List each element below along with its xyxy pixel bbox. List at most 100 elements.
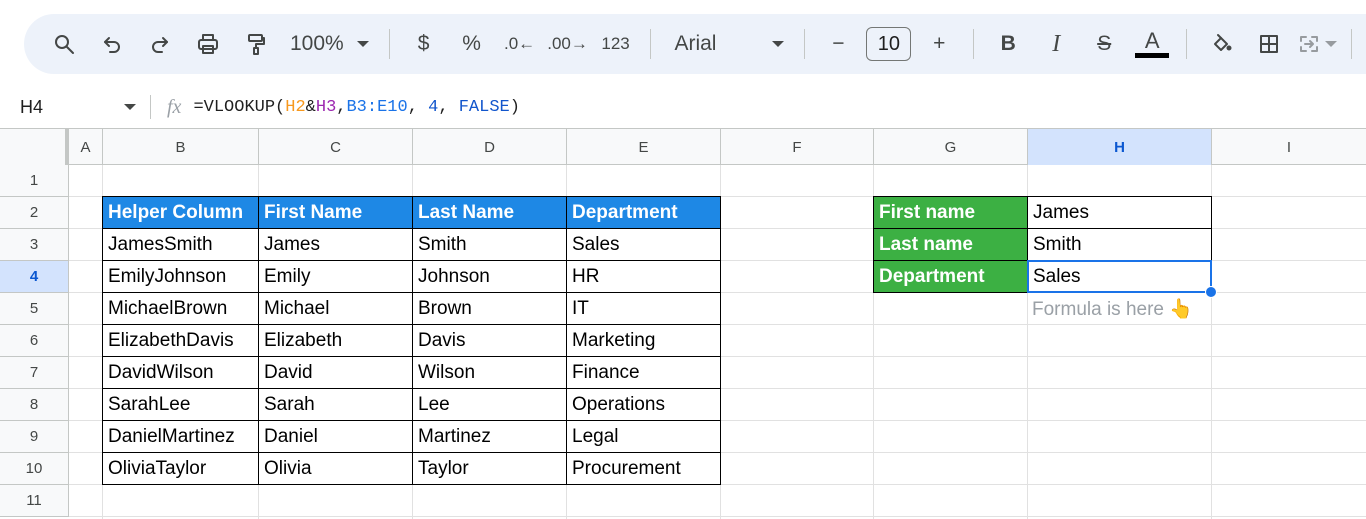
spreadsheet-grid: A B C D E F G H I 1 2 3 4 5 6 7 8 9 10 1… — [0, 128, 1366, 519]
table-cell[interactable]: Emily — [258, 260, 413, 293]
table-cell[interactable]: Davis — [412, 324, 567, 357]
table-cell[interactable]: Johnson — [412, 260, 567, 293]
table-cell[interactable]: James — [258, 228, 413, 261]
table-cell[interactable]: Legal — [566, 420, 721, 453]
lookup-label-first-name[interactable]: First name — [873, 196, 1028, 229]
table-cell[interactable]: Daniel — [258, 420, 413, 453]
table-cell[interactable]: Sales — [566, 228, 721, 261]
table-cell[interactable]: EmilyJohnson — [102, 260, 259, 293]
column-header-f[interactable]: F — [721, 129, 874, 165]
print-icon[interactable] — [188, 24, 228, 64]
formula-input[interactable]: =VLOOKUP(H2&H3,B3:E10, 4, FALSE) — [193, 98, 520, 117]
column-header-a[interactable]: A — [69, 129, 103, 165]
row-header-3[interactable]: 3 — [0, 229, 69, 261]
font-select[interactable]: Arial — [664, 24, 789, 64]
zoom-select[interactable]: 100% — [284, 24, 375, 64]
table-cell[interactable]: ElizabethDavis — [102, 324, 259, 357]
table-cell[interactable]: Lee — [412, 388, 567, 421]
table-header-cell[interactable]: Helper Column — [102, 196, 259, 229]
paint-format-icon[interactable] — [236, 24, 276, 64]
chevron-down-icon — [356, 41, 369, 47]
decrease-font-size-button[interactable]: − — [818, 24, 858, 64]
table-cell[interactable]: HR — [566, 260, 721, 293]
row-header-5[interactable]: 5 — [0, 293, 69, 325]
italic-button[interactable]: I — [1036, 24, 1076, 64]
table-header-cell[interactable]: Last Name — [412, 196, 567, 229]
row-header-6[interactable]: 6 — [0, 325, 69, 357]
table-cell[interactable]: OliviaTaylor — [102, 452, 259, 485]
lookup-label-department[interactable]: Department — [873, 260, 1028, 293]
column-headers: A B C D E F G H I — [0, 128, 1366, 165]
more-formats-button[interactable]: 123 — [596, 24, 636, 64]
table-cell[interactable]: Olivia — [258, 452, 413, 485]
name-box[interactable]: H4 — [0, 86, 150, 128]
borders-icon — [1260, 35, 1279, 53]
row-header-7[interactable]: 7 — [0, 357, 69, 389]
column-header-h[interactable]: H — [1028, 129, 1212, 165]
decrease-decimal-button[interactable]: .0 ← — [500, 24, 540, 64]
number-format-label: 123 — [601, 34, 630, 53]
merge-cells-button[interactable] — [1297, 24, 1338, 64]
table-cell[interactable]: Wilson — [412, 356, 567, 389]
table-cell[interactable]: Finance — [566, 356, 721, 389]
table-cell[interactable]: Michael — [258, 292, 413, 325]
table-header-cell[interactable]: First Name — [258, 196, 413, 229]
select-all-corner[interactable] — [0, 129, 69, 165]
table-cell[interactable]: MichaelBrown — [102, 292, 259, 325]
strikethrough-button[interactable]: S — [1084, 24, 1124, 64]
column-header-e[interactable]: E — [567, 129, 721, 165]
search-menus-icon[interactable] — [44, 24, 84, 64]
bold-button[interactable]: B — [988, 24, 1028, 64]
table-cell[interactable]: DavidWilson — [102, 356, 259, 389]
row-header-4[interactable]: 4 — [0, 261, 69, 293]
text-color-swatch — [1135, 52, 1170, 58]
column-header-d[interactable]: D — [413, 129, 567, 165]
row-header-2[interactable]: 2 — [0, 197, 69, 229]
format-percent-button[interactable]: % — [452, 24, 492, 64]
column-header-g[interactable]: G — [874, 129, 1028, 165]
fill-color-button[interactable] — [1201, 24, 1241, 64]
gridline — [69, 516, 1366, 517]
row-header-11[interactable]: 11 — [0, 485, 69, 517]
format-currency-button[interactable]: $ — [404, 24, 444, 64]
table-header-cell[interactable]: Department — [566, 196, 721, 229]
table-cell[interactable]: IT — [566, 292, 721, 325]
undo-icon[interactable] — [92, 24, 132, 64]
column-header-i[interactable]: I — [1212, 129, 1366, 165]
borders-button[interactable] — [1249, 24, 1289, 64]
row-header-9[interactable]: 9 — [0, 421, 69, 453]
table-cell[interactable]: Martinez — [412, 420, 567, 453]
chevron-down-icon — [124, 104, 136, 110]
redo-icon[interactable] — [140, 24, 180, 64]
font-size-input[interactable]: 10 — [866, 27, 912, 61]
table-cell[interactable]: Elizabeth — [258, 324, 413, 357]
column-header-c[interactable]: C — [259, 129, 413, 165]
table-cell[interactable]: Brown — [412, 292, 567, 325]
table-cell[interactable]: DanielMartinez — [102, 420, 259, 453]
lookup-value-last-name[interactable]: Smith — [1027, 228, 1212, 261]
row-header-10[interactable]: 10 — [0, 453, 69, 485]
lookup-label-last-name[interactable]: Last name — [873, 228, 1028, 261]
increase-decimal-button[interactable]: .00 → — [547, 24, 588, 64]
table-cell[interactable]: Sarah — [258, 388, 413, 421]
table-cell[interactable]: Operations — [566, 388, 721, 421]
table-cell[interactable]: David — [258, 356, 413, 389]
formula-note[interactable]: Formula is here 👆 — [1027, 292, 1212, 325]
table-cell[interactable]: Marketing — [566, 324, 721, 357]
text-color-button[interactable]: A — [1132, 24, 1172, 64]
active-cell-selection — [1027, 260, 1212, 293]
zoom-value: 100% — [290, 32, 344, 55]
lookup-value-first-name[interactable]: James — [1027, 196, 1212, 229]
fill-handle[interactable] — [1205, 286, 1217, 298]
formula-bar-divider — [150, 95, 151, 119]
table-cell[interactable]: SarahLee — [102, 388, 259, 421]
column-header-b[interactable]: B — [103, 129, 259, 165]
table-cell[interactable]: Procurement — [566, 452, 721, 485]
increase-font-size-button[interactable]: + — [919, 24, 959, 64]
row-header-8[interactable]: 8 — [0, 389, 69, 421]
row-header-1[interactable]: 1 — [0, 165, 69, 197]
cells-area[interactable]: Helper Column First Name Last Name Depar… — [69, 165, 1366, 519]
table-cell[interactable]: Smith — [412, 228, 567, 261]
table-cell[interactable]: Taylor — [412, 452, 567, 485]
table-cell[interactable]: JamesSmith — [102, 228, 259, 261]
